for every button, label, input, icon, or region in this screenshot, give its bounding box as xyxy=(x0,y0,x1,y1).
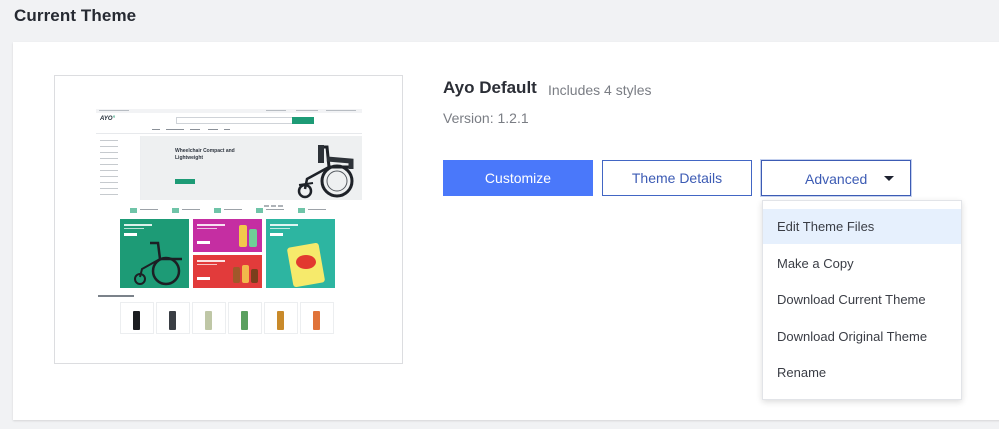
menu-item-make-a-copy[interactable]: Make a Copy xyxy=(763,246,961,281)
mock-search-button xyxy=(292,117,314,124)
customize-button[interactable]: Customize xyxy=(443,160,593,196)
mock-nav xyxy=(96,127,362,134)
menu-item-download-current-theme[interactable]: Download Current Theme xyxy=(763,282,961,317)
menu-item-rename[interactable]: Rename xyxy=(763,355,961,390)
page-title: Current Theme xyxy=(14,6,137,25)
mock-hero-title: Wheelchair Compact and Lightweight xyxy=(175,148,235,161)
mock-header: AYO° xyxy=(96,115,362,125)
mock-features-row xyxy=(96,206,362,216)
theme-name: Ayo Default xyxy=(443,78,537,97)
mock-best-sellers xyxy=(96,295,362,334)
caret-down-icon xyxy=(884,176,894,181)
theme-version: Version: 1.2.1 xyxy=(443,110,529,126)
mock-topbar xyxy=(96,109,362,113)
theme-preview-thumbnail: AYO° Wheelchair Compact and Lightweight xyxy=(54,75,403,364)
mock-hero-banner: Wheelchair Compact and Lightweight xyxy=(141,136,362,207)
mock-promo-teal xyxy=(266,219,335,288)
mock-hero-button xyxy=(175,179,195,184)
mock-promo-red xyxy=(193,255,262,288)
mock-sidebar xyxy=(96,136,141,200)
mock-search xyxy=(176,117,293,124)
wheelchair-image xyxy=(297,145,354,199)
menu-item-edit-theme-files[interactable]: Edit Theme Files xyxy=(763,209,961,244)
advanced-dropdown-button[interactable]: Advanced xyxy=(761,160,911,196)
storefront-mockup: AYO° Wheelchair Compact and Lightweight xyxy=(96,109,362,334)
mock-promo-green xyxy=(120,219,189,288)
theme-styles-count: Includes 4 styles xyxy=(548,82,652,98)
mock-promo-purple xyxy=(193,219,262,252)
advanced-button-label: Advanced xyxy=(805,171,868,187)
mock-logo: AYO° xyxy=(100,116,115,122)
advanced-dropdown-menu: Edit Theme Files Make a Copy Download Cu… xyxy=(762,200,962,400)
menu-item-download-original-theme[interactable]: Download Original Theme xyxy=(763,319,961,354)
theme-details-button[interactable]: Theme Details xyxy=(602,160,752,196)
